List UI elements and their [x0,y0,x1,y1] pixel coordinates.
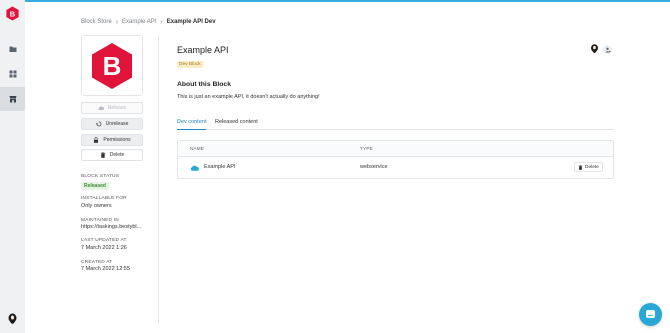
svg-text:B: B [103,51,122,81]
breadcrumb-example-api[interactable]: Example API [122,19,156,25]
row-delete-button[interactable]: Delete [574,162,603,172]
block-logo: B [81,35,143,96]
cloud-upload-icon [98,105,104,111]
svg-text:B: B [10,9,16,18]
user-cog-icon [605,47,611,52]
rail-store-button[interactable] [0,87,25,111]
unrelease-button[interactable]: Unrelease [81,118,143,130]
about-description: This is just an example API, it doesn't … [177,94,320,100]
row-type: webservice [360,164,388,170]
block-logo-icon: B [92,42,132,89]
tab-released-content[interactable]: Released content [215,118,258,130]
table-header: NAME TYPE [178,141,613,157]
column-header-type[interactable]: TYPE [360,146,373,151]
delete-block-button[interactable]: Delete [81,149,143,161]
about-heading: About this Block [177,81,231,88]
chevron-right-icon: › [115,18,119,26]
cloud-icon [190,165,199,171]
updated-value: 7 March 2022 1:26 [81,245,127,251]
top-accent-line [0,0,670,2]
chat-button[interactable] [639,303,662,326]
table-row[interactable]: Example API webservice Delete [178,157,613,178]
folder-icon [9,46,16,52]
delete-block-label: Delete [109,152,125,158]
column-header-name[interactable]: NAME [190,146,204,151]
maintained-label: MAINTAINED IN [81,218,119,223]
rail-apps-button[interactable] [0,62,25,86]
permissions-button[interactable]: Permissions [81,134,143,146]
unrelease-label: Unrelease [105,121,129,127]
breadcrumb-block-store[interactable]: Block Store [81,19,112,25]
user-avatar-icon[interactable] [6,313,19,326]
breadcrumb: Block Store › Example API › Example API … [81,17,216,27]
store-icon [9,96,16,103]
maintained-value[interactable]: https://taskings.bestybl... [81,224,141,230]
page-title: Example API [177,45,229,55]
app-logo-icon[interactable]: B [5,6,20,21]
created-label: CREATED AT [81,260,113,265]
undo-icon [95,121,102,127]
content-table: NAME TYPE Example API webservice Delete [177,140,614,179]
user-settings-button[interactable] [603,45,612,54]
trash-icon [578,164,583,170]
tab-dev-content[interactable]: Dev content [177,118,207,130]
trash-icon [100,152,106,158]
breadcrumb-current: Example API Dev [166,19,216,25]
content-tabs: Dev content Released content [177,118,614,130]
column-divider [158,35,159,323]
installable-label: INSTALLABLE FOR [81,196,127,201]
chat-icon [646,310,655,318]
release-label: Release [107,105,127,111]
release-button[interactable]: Release [81,102,143,114]
updated-label: LAST UPDATED AT [81,238,127,243]
installable-value: Only owners [81,203,112,209]
chevron-right-icon: › [160,18,163,26]
row-name: Example API [204,164,236,170]
owner-avatar-icon[interactable] [590,44,599,55]
row-delete-label: Delete [585,164,599,170]
block-type-badge: Dev Block [177,61,203,68]
status-badge: Released [81,182,109,190]
permissions-label: Permissions [103,137,131,143]
left-rail: B [0,0,25,333]
created-value: 7 March 2022 12:55 [81,266,130,272]
grid-icon [9,70,16,78]
rail-home-button[interactable] [0,37,25,61]
block-status-label: BLOCK STATUS [81,174,120,179]
lock-icon [93,137,99,143]
